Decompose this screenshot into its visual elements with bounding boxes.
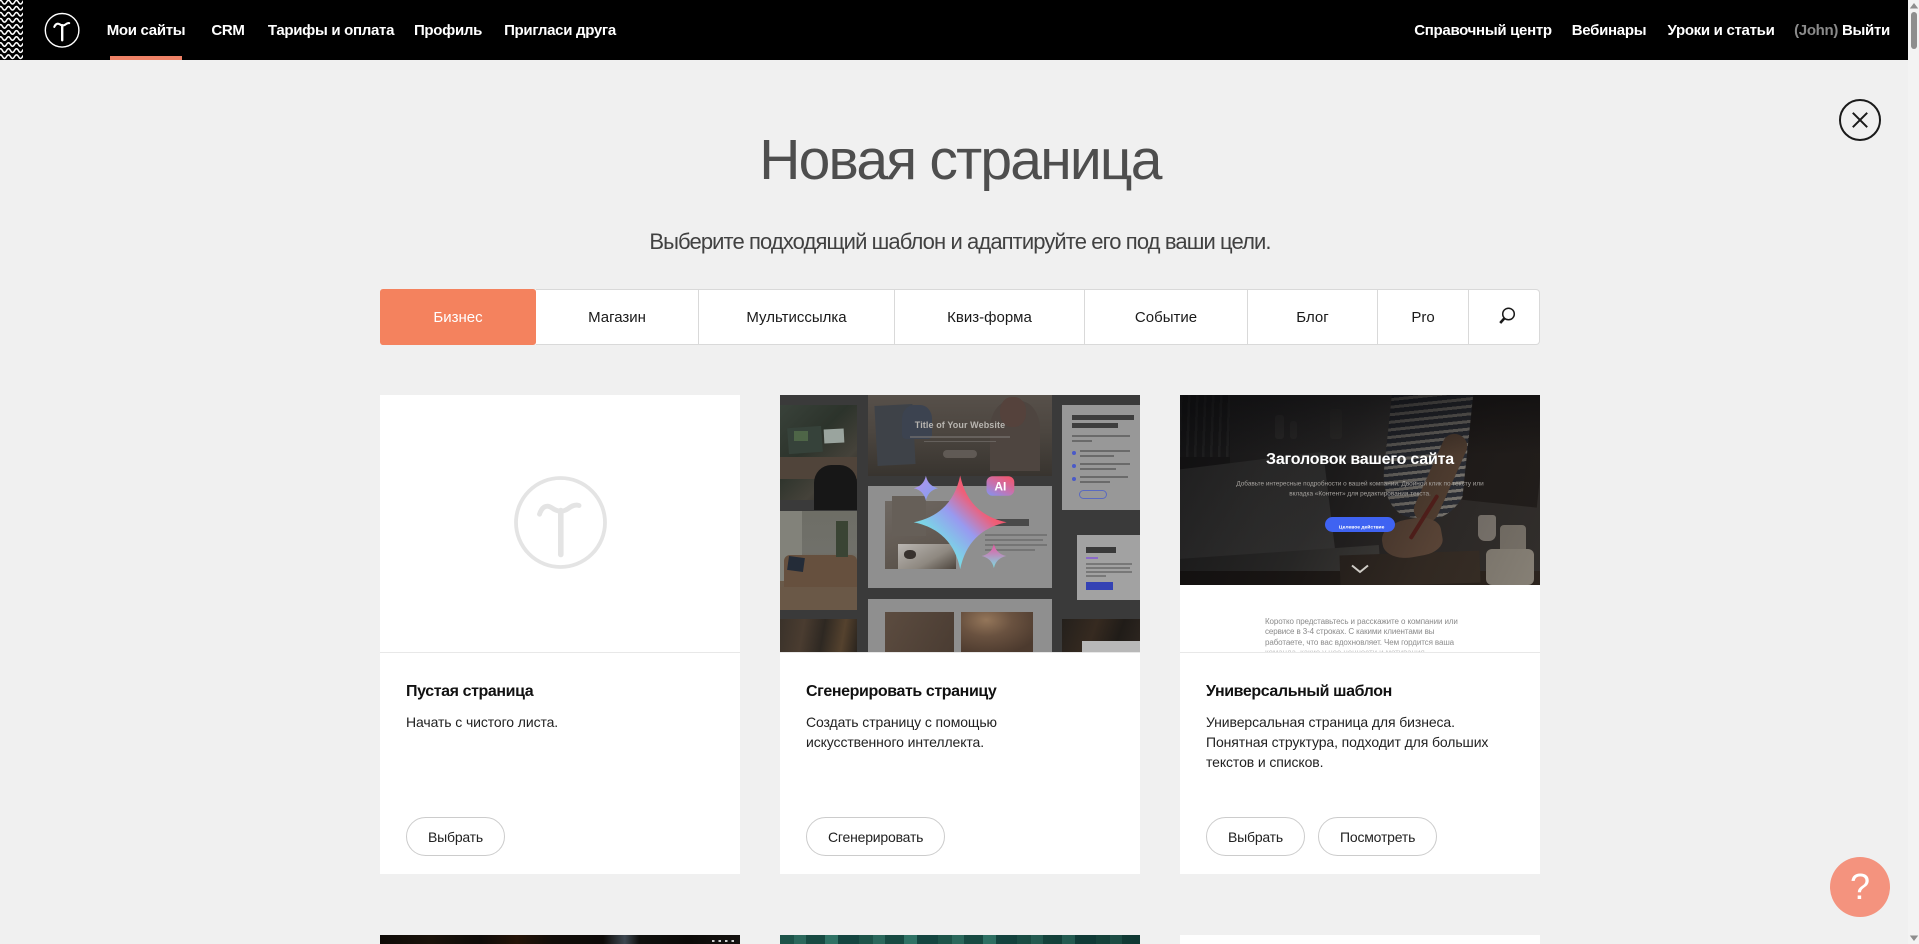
svg-text:AI: AI — [994, 480, 1006, 494]
